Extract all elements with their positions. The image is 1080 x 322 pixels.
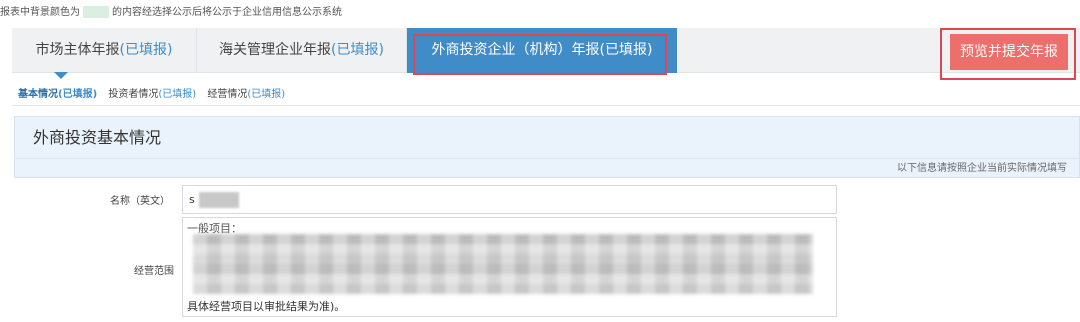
report-tabs: 市场主体年报(已填报) 海关管理企业年报(已填报) 外商投资企业（机构）年报(已… [12,28,1080,75]
subtab-label: 经营情况 [207,89,248,100]
tab-status: (已填报) [331,42,384,58]
tab-foreign-investment-report[interactable]: 外商投资企业（机构）年报(已填报) [407,28,677,75]
business-scope-field[interactable]: 一般项目： 具体经营项目以审批结果为准)。 [182,217,837,317]
section-title: 外商投资基本情况 [33,128,162,147]
preview-highlight-frame: 预览并提交年报 [940,28,1076,80]
hint-row: 以下信息请按照企业当前实际情况填写 [14,158,1080,178]
tab-label: 海关管理企业年报 [219,42,332,58]
redacted-scope-mosaic [193,234,813,294]
subtab-status: (已填报) [58,89,98,100]
subtab-label: 投资者情况 [108,89,159,100]
preview-submit-button[interactable]: 预览并提交年报 [950,34,1068,70]
section-header: 外商投资基本情况 [14,116,1080,158]
subtabs-divider [12,105,1080,106]
publicity-color-swatch [83,6,109,18]
active-tab-pointer [54,72,68,79]
name-english-label: 名称（英文） [110,196,170,207]
notice-text-before: 报表中背景颜色为 [0,7,80,18]
redacted-name [198,192,239,208]
subtab-label: 基本情况 [18,89,58,100]
subtab-basic-info[interactable]: 基本情况(已填报) [18,88,97,102]
tab-status: (已填报) [119,42,173,58]
tab-market-entity-report[interactable]: 市场主体年报(已填报) [12,28,197,73]
fill-hint: 以下信息请按照企业当前实际情况填写 [897,163,1067,174]
tab-label: 市场主体年报 [35,42,120,58]
name-english-value: s [189,193,195,206]
subtab-status: (已填报) [158,89,197,100]
sub-tabs: 基本情况(已填报) 投资者情况(已填报) 经营情况(已填报) [18,88,293,102]
name-english-field[interactable]: s [182,185,837,214]
tab-highlight-frame [413,34,667,75]
subtab-investor-info[interactable]: 投资者情况(已填报) [108,88,196,102]
subtab-status: (已填报) [247,89,286,100]
notice-text-after: 的内容经选择公示后将公示于企业信用信息公示系统 [112,7,342,18]
subtab-operation-info[interactable]: 经营情况(已填报) [207,88,285,102]
tab-customs-enterprise-report[interactable]: 海关管理企业年报(已填报) [197,28,407,73]
publicity-notice: 报表中背景颜色为 的内容经选择公示后将公示于企业信用信息公示系统 [0,0,342,26]
business-scope-label: 经营范围 [134,266,174,277]
scope-text-end: 具体经营项目以审批结果为准)。 [187,300,346,313]
